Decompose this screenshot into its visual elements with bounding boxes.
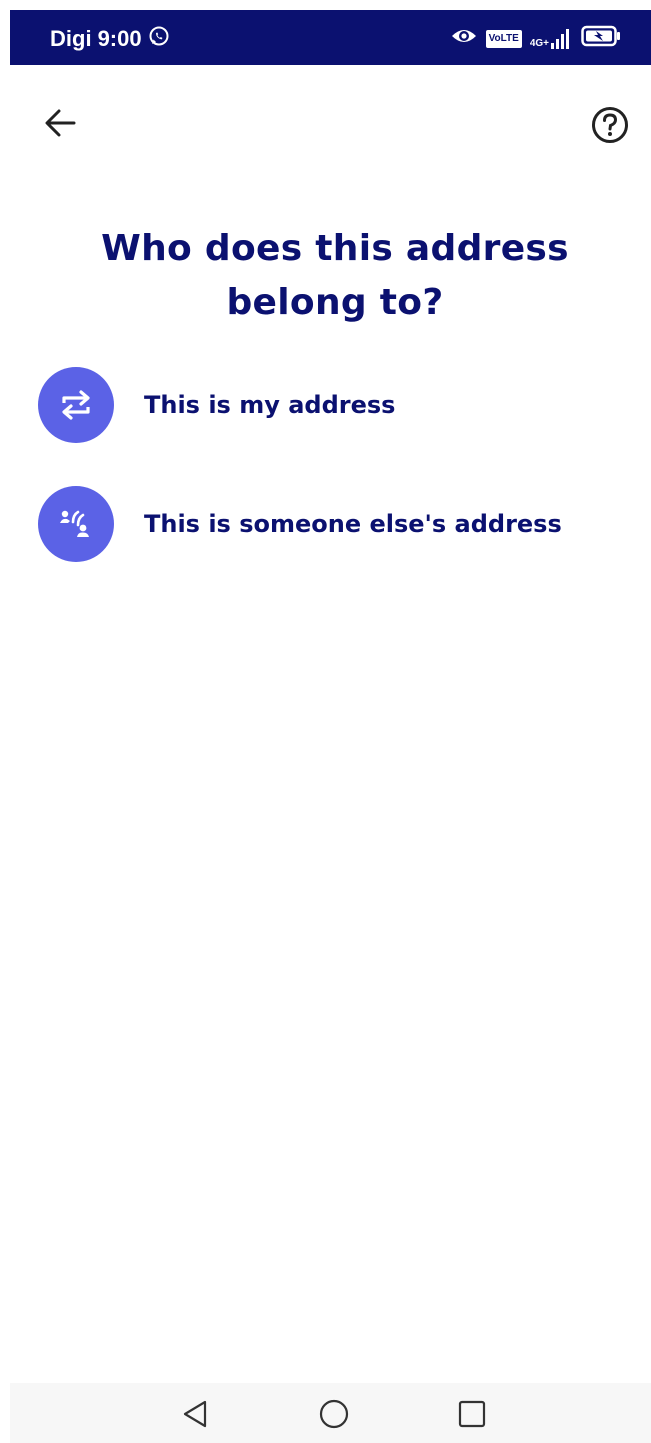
- back-button[interactable]: [40, 103, 80, 143]
- hand-wave-icon: [38, 486, 114, 562]
- nav-recents-button[interactable]: [456, 1398, 488, 1430]
- my-address-label: This is my address: [144, 391, 396, 419]
- recents-square-icon: [458, 1400, 486, 1428]
- back-triangle-icon: [183, 1400, 207, 1428]
- nav-home-button[interactable]: [318, 1398, 350, 1430]
- nav-back-button[interactable]: [179, 1398, 211, 1430]
- battery-charging-icon: [581, 25, 621, 52]
- question-circle-icon: [592, 107, 628, 143]
- system-navigation-bar: [10, 1383, 651, 1443]
- status-right: VoLTE 4G+: [450, 25, 621, 52]
- my-address-option[interactable]: This is my address: [38, 365, 618, 445]
- page-title: Who does this address belong to?: [101, 228, 569, 323]
- status-time: 9:00: [97, 26, 142, 51]
- app-screen: Digi 9:00 VoLTE 4G+ Who does this addres…: [10, 10, 651, 1443]
- home-circle-icon: [319, 1399, 349, 1429]
- eye-icon: [450, 27, 478, 50]
- status-bar: Digi 9:00 VoLTE 4G+: [10, 10, 651, 65]
- status-left: Digi 9:00: [50, 25, 170, 53]
- arrow-left-icon: [45, 109, 76, 137]
- swap-arrows-icon: [38, 367, 114, 443]
- help-button[interactable]: [588, 103, 632, 147]
- carrier-name: Digi: [50, 26, 92, 51]
- someone-else-address-label: This is someone else's address: [144, 510, 562, 538]
- network-type: 4G+: [529, 37, 549, 49]
- volte-icon: VoLTE: [485, 29, 522, 48]
- someone-else-address-option[interactable]: This is someone else's address: [38, 484, 618, 564]
- signal-icon: 4G+: [529, 28, 573, 49]
- whatsapp-icon: [148, 25, 170, 53]
